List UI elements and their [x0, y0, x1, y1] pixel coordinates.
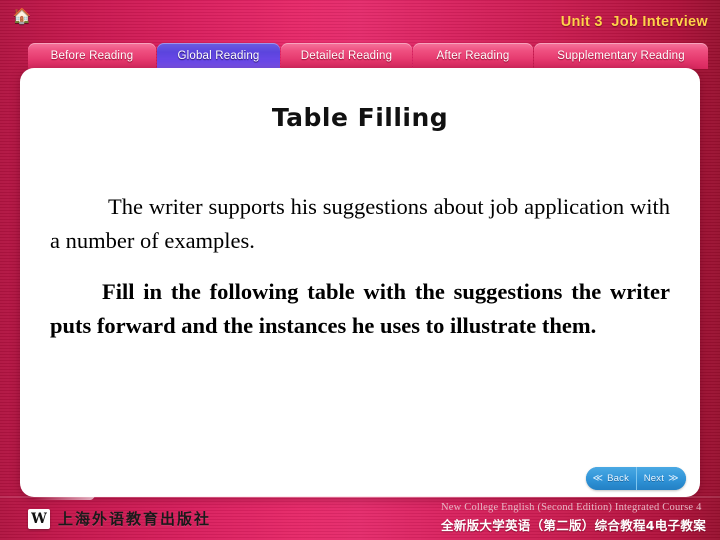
next-button[interactable]: Next ≫ [636, 467, 686, 490]
section-heading: Table Filling [271, 103, 449, 132]
tab-after-reading[interactable]: After Reading [413, 43, 533, 69]
navigation-buttons: ≪ Back Next ≫ [586, 467, 686, 490]
chevron-double-left-icon: ≪ [592, 472, 604, 484]
tab-before-reading[interactable]: Before Reading [28, 43, 156, 69]
footer-divider [0, 496, 720, 498]
tab-label: Detailed Reading [300, 50, 393, 62]
tab-label: Supplementary Reading [557, 50, 685, 62]
publisher-logo-icon: W [28, 508, 50, 529]
course-title-en: New College English (Second Edition) Int… [441, 502, 702, 513]
tab-detailed-reading[interactable]: Detailed Reading [281, 43, 412, 69]
course-info: New College English (Second Edition) Int… [441, 502, 706, 534]
home-icon[interactable]: 🏠 [12, 8, 32, 26]
chevron-double-right-icon: ≫ [668, 472, 679, 484]
page-title: Unit 3 Job Interview [560, 14, 708, 30]
publisher-name: 上海外语教育出版社 [58, 510, 212, 528]
top-bar: 🏠 Unit 3 Job Interview [0, 0, 720, 40]
next-button-label: Next [643, 473, 665, 484]
paragraph-intro: The writer supports his suggestions abou… [50, 194, 670, 253]
publisher-branding: W 上海外语教育出版社 [28, 508, 211, 529]
tab-global-reading[interactable]: Global Reading [157, 43, 280, 69]
footer: W 上海外语教育出版社 New College English (Second … [0, 490, 720, 540]
tab-label: After Reading [436, 50, 510, 62]
footer-highlight-sliver [32, 490, 100, 500]
tab-label: Global Reading [177, 50, 260, 62]
tab-label: Before Reading [50, 50, 134, 62]
back-button-label: Back [607, 473, 630, 484]
course-title-cn: 全新版大学英语（第二版）综合教程4电子教案 [441, 518, 706, 533]
back-button[interactable]: ≪ Back [586, 467, 637, 490]
content-panel: Table Filling The writer supports his su… [20, 68, 700, 497]
tab-supplementary-reading[interactable]: Supplementary Reading [534, 43, 708, 69]
paragraph-instruction: Fill in the following table with the sug… [50, 279, 670, 338]
tab-bar: Before Reading Global Reading Detailed Rea… [0, 43, 720, 69]
